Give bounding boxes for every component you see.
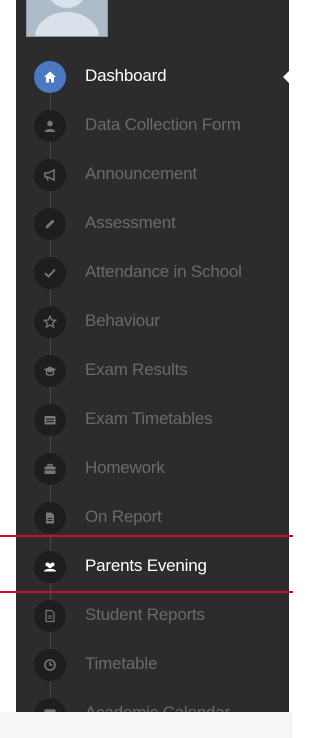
sidebar-menu: Dashboard Data Collection Form Announcem…: [16, 52, 289, 712]
pencil-icon: [34, 208, 66, 240]
sidebar-item-parents-evening[interactable]: Parents Evening: [16, 542, 289, 591]
footer-strip: [0, 712, 293, 738]
sidebar-item-label: Timetable: [85, 654, 158, 673]
sidebar-item-homework[interactable]: Homework: [16, 444, 289, 493]
sidebar-item-timetable[interactable]: Timetable: [16, 640, 289, 689]
left-gutter: [0, 0, 16, 712]
home-icon: [34, 61, 66, 93]
sidebar-item-behaviour[interactable]: Behaviour: [16, 297, 289, 346]
avatar[interactable]: [26, 0, 108, 37]
check-icon: [34, 257, 66, 289]
sidebar-item-assessment[interactable]: Assessment: [16, 199, 289, 248]
graduation-cap-icon: [34, 355, 66, 387]
star-icon: [34, 306, 66, 338]
user-icon: [34, 110, 66, 142]
sidebar-item-exam-results[interactable]: Exam Results: [16, 346, 289, 395]
highlight-line-bottom: [0, 591, 293, 593]
sidebar-item-label: Student Reports: [85, 605, 205, 624]
sidebar-item-label: Data Collection Form: [85, 115, 241, 134]
users-icon: [34, 551, 66, 583]
sidebar-item-dashboard[interactable]: Dashboard: [16, 52, 289, 101]
sidebar-item-attendance[interactable]: Attendance in School: [16, 248, 289, 297]
sidebar: Dashboard Data Collection Form Announcem…: [16, 0, 289, 712]
document-icon: [34, 502, 66, 534]
sidebar-item-label: Exam Results: [85, 360, 188, 379]
file-text-icon: [34, 600, 66, 632]
card-icon: [34, 404, 66, 436]
clock-icon: [34, 649, 66, 681]
sidebar-item-label: Announcement: [85, 164, 197, 183]
sidebar-item-label: Homework: [85, 458, 165, 477]
sidebar-item-label: Dashboard: [85, 66, 167, 85]
sidebar-item-label: Academic Calendar: [85, 703, 230, 712]
sidebar-item-label: Behaviour: [85, 311, 160, 330]
right-gutter: [289, 0, 293, 712]
sidebar-item-label: On Report: [85, 507, 162, 526]
briefcase-icon: [34, 453, 66, 485]
sidebar-item-label: Attendance in School: [85, 262, 242, 281]
sidebar-item-announcement[interactable]: Announcement: [16, 150, 289, 199]
sidebar-item-data-collection-form[interactable]: Data Collection Form: [16, 101, 289, 150]
sidebar-item-student-reports[interactable]: Student Reports: [16, 591, 289, 640]
bullhorn-icon: [34, 159, 66, 191]
calendar-icon: [34, 698, 66, 712]
sidebar-item-label: Parents Evening: [85, 556, 207, 575]
highlight-line-top: [0, 535, 293, 537]
sidebar-item-label: Assessment: [85, 213, 176, 232]
sidebar-item-label: Exam Timetables: [85, 409, 213, 428]
sidebar-item-exam-timetables[interactable]: Exam Timetables: [16, 395, 289, 444]
sidebar-item-academic-calendar[interactable]: Academic Calendar: [16, 689, 289, 712]
